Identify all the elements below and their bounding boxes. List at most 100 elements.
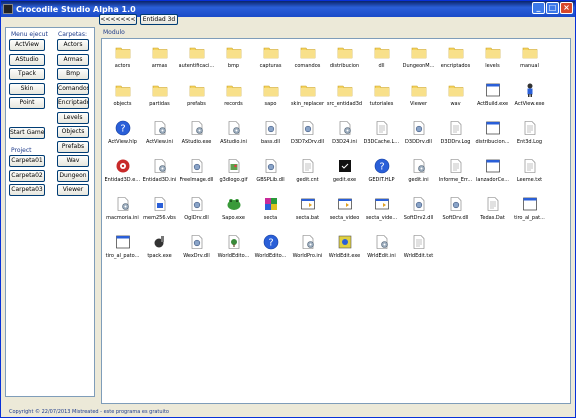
file-item[interactable]: mem256.vbs <box>141 193 178 231</box>
file-item[interactable]: ActView.exe <box>511 79 548 117</box>
project-carpeta02-button[interactable]: Carpeta02 <box>9 169 45 182</box>
menu-point-button[interactable]: Point <box>9 97 45 109</box>
file-item[interactable]: distribucion <box>326 41 363 79</box>
file-item[interactable]: skin_replacer <box>289 79 326 117</box>
file-item[interactable]: bass.dll <box>252 117 289 155</box>
file-item[interactable]: gedit.exe <box>326 155 363 193</box>
file-item[interactable]: Viewer <box>400 79 437 117</box>
file-item[interactable]: WrldEdit.ini <box>363 231 400 269</box>
file-item[interactable]: secta.bat <box>289 193 326 231</box>
carpeta-armas-button[interactable]: Armas <box>57 53 89 66</box>
file-name: levels <box>485 63 500 69</box>
carpeta-prefabs-button[interactable]: Prefabs <box>57 140 89 153</box>
file-item[interactable]: tpack.exe <box>141 231 178 269</box>
back-button[interactable]: <<<<<<< <box>99 14 137 25</box>
file-name: gedit.cnt <box>296 177 319 183</box>
file-item[interactable]: DungeonM... <box>400 41 437 79</box>
file-item[interactable]: Tedas.Dat <box>474 193 511 231</box>
file-item[interactable]: armas <box>141 41 178 79</box>
title-bar[interactable]: Crocodile Studio Alpha 1.0 _ □ × <box>1 1 575 17</box>
file-item[interactable]: ActBuild.exe <box>474 79 511 117</box>
menu-actview-button[interactable]: ActView <box>9 39 45 51</box>
file-item[interactable]: tutoriales <box>363 79 400 117</box>
file-view[interactable]: actors armas autentificacion bmp capturas com… <box>101 38 571 404</box>
file-item[interactable]: D3DCache.Log <box>363 117 400 155</box>
file-item[interactable]: levels <box>474 41 511 79</box>
file-item[interactable]: D3DDrv.dll <box>400 117 437 155</box>
file-item[interactable]: macmoria.ini <box>104 193 141 231</box>
file-name: Viewer <box>410 101 427 107</box>
file-item[interactable]: Leeme.txt <box>511 155 548 193</box>
file-item[interactable]: ? GEDIT.HLP <box>363 155 400 193</box>
file-item[interactable]: AStudio.ini <box>215 117 252 155</box>
carpeta-wav-button[interactable]: Wav <box>57 155 89 167</box>
project-carpeta03-button[interactable]: Carpeta03 <box>9 184 45 196</box>
file-item[interactable]: WrldEdit.txt <box>400 231 437 269</box>
carpeta-bmp-button[interactable]: Bmp <box>57 68 89 80</box>
file-item[interactable]: src_entidad3d <box>326 79 363 117</box>
file-item[interactable]: comandos <box>289 41 326 79</box>
file-item[interactable]: prefabs <box>178 79 215 117</box>
file-item[interactable]: capturas <box>252 41 289 79</box>
file-item[interactable]: g3dlogo.gif <box>215 155 252 193</box>
file-item[interactable]: gedit.cnt <box>289 155 326 193</box>
file-item[interactable]: Entidad3D.exe <box>104 155 141 193</box>
file-item[interactable]: WrldEdit.exe <box>326 231 363 269</box>
file-item[interactable]: dll <box>363 41 400 79</box>
file-item[interactable]: D3DDrv.Log <box>437 117 474 155</box>
file-item[interactable]: WorldPro.ini <box>289 231 326 269</box>
close-button[interactable]: × <box>560 2 573 14</box>
file-item[interactable]: lanzadorCe... <box>474 155 511 193</box>
file-item[interactable]: Ent3d.Log <box>511 117 548 155</box>
carpeta-dungeon-button[interactable]: Dungeon <box>57 169 89 182</box>
file-item[interactable]: FreeImage.dll <box>178 155 215 193</box>
file-item[interactable]: AStudio.exe <box>178 117 215 155</box>
file-item[interactable]: SoftDrv.dll <box>437 193 474 231</box>
carpeta-encriptados-button[interactable]: Encriptados <box>57 97 89 109</box>
file-item[interactable]: autentificacion <box>178 41 215 79</box>
file-item[interactable]: SoftDrv2.dll <box>400 193 437 231</box>
file-item[interactable]: OglDrv.dll <box>178 193 215 231</box>
file-item[interactable]: sapo <box>252 79 289 117</box>
minimize-button[interactable]: _ <box>532 2 545 14</box>
file-item[interactable]: secta_video <box>326 193 363 231</box>
file-item[interactable]: objects <box>104 79 141 117</box>
file-item[interactable]: encriptados <box>437 41 474 79</box>
carpeta-comandos-button[interactable]: Comandos <box>57 82 89 95</box>
file-item[interactable]: WorldEdito... <box>215 231 252 269</box>
file-item[interactable]: records <box>215 79 252 117</box>
file-item[interactable]: D3D7xDrv.dll <box>289 117 326 155</box>
file-item[interactable]: manual <box>511 41 548 79</box>
file-item[interactable]: wav <box>437 79 474 117</box>
menu-skin-button[interactable]: Skin <box>9 82 45 95</box>
file-item[interactable]: gedit.ini <box>400 155 437 193</box>
carpeta-objects-button[interactable]: Objects <box>57 126 89 138</box>
file-item[interactable]: tiro_al_pato... <box>104 231 141 269</box>
menu-tpack-button[interactable]: Tpack <box>9 68 45 80</box>
file-item[interactable]: WexDrv.dll <box>178 231 215 269</box>
file-item[interactable]: Entidad3D.ini <box>141 155 178 193</box>
file-item[interactable]: actors <box>104 41 141 79</box>
file-item[interactable]: secta_vide... <box>363 193 400 231</box>
help-icon: ? <box>374 158 390 174</box>
file-item[interactable]: Sapo.exe <box>215 193 252 231</box>
menu-astudio-button[interactable]: AStudio <box>9 53 45 66</box>
file-item[interactable]: Informe_Err... <box>437 155 474 193</box>
file-item[interactable]: ? ActView.hlp <box>104 117 141 155</box>
project-carpeta01-button[interactable]: Carpeta01 <box>9 155 45 167</box>
entidad-3d-button[interactable]: Entidad 3d <box>140 14 178 25</box>
carpeta-levels-button[interactable]: Levels <box>57 111 89 124</box>
carpeta-actors-button[interactable]: Actors <box>57 39 89 51</box>
maximize-button[interactable]: □ <box>546 2 559 14</box>
carpeta-viewer-button[interactable]: Viewer <box>57 184 89 196</box>
file-item[interactable]: secta <box>252 193 289 231</box>
file-item[interactable]: D3D24.ini <box>326 117 363 155</box>
start-game-button[interactable]: Start Game <box>9 127 45 139</box>
file-item[interactable]: GBSPLib.dll <box>252 155 289 193</box>
file-item[interactable]: distribucion... <box>474 117 511 155</box>
file-item[interactable]: bmp <box>215 41 252 79</box>
file-item[interactable]: ? WorldEdito... <box>252 231 289 269</box>
file-item[interactable]: tiro_al_pat... <box>511 193 548 231</box>
file-item[interactable]: partidas <box>141 79 178 117</box>
file-item[interactable]: ActView.ini <box>141 117 178 155</box>
